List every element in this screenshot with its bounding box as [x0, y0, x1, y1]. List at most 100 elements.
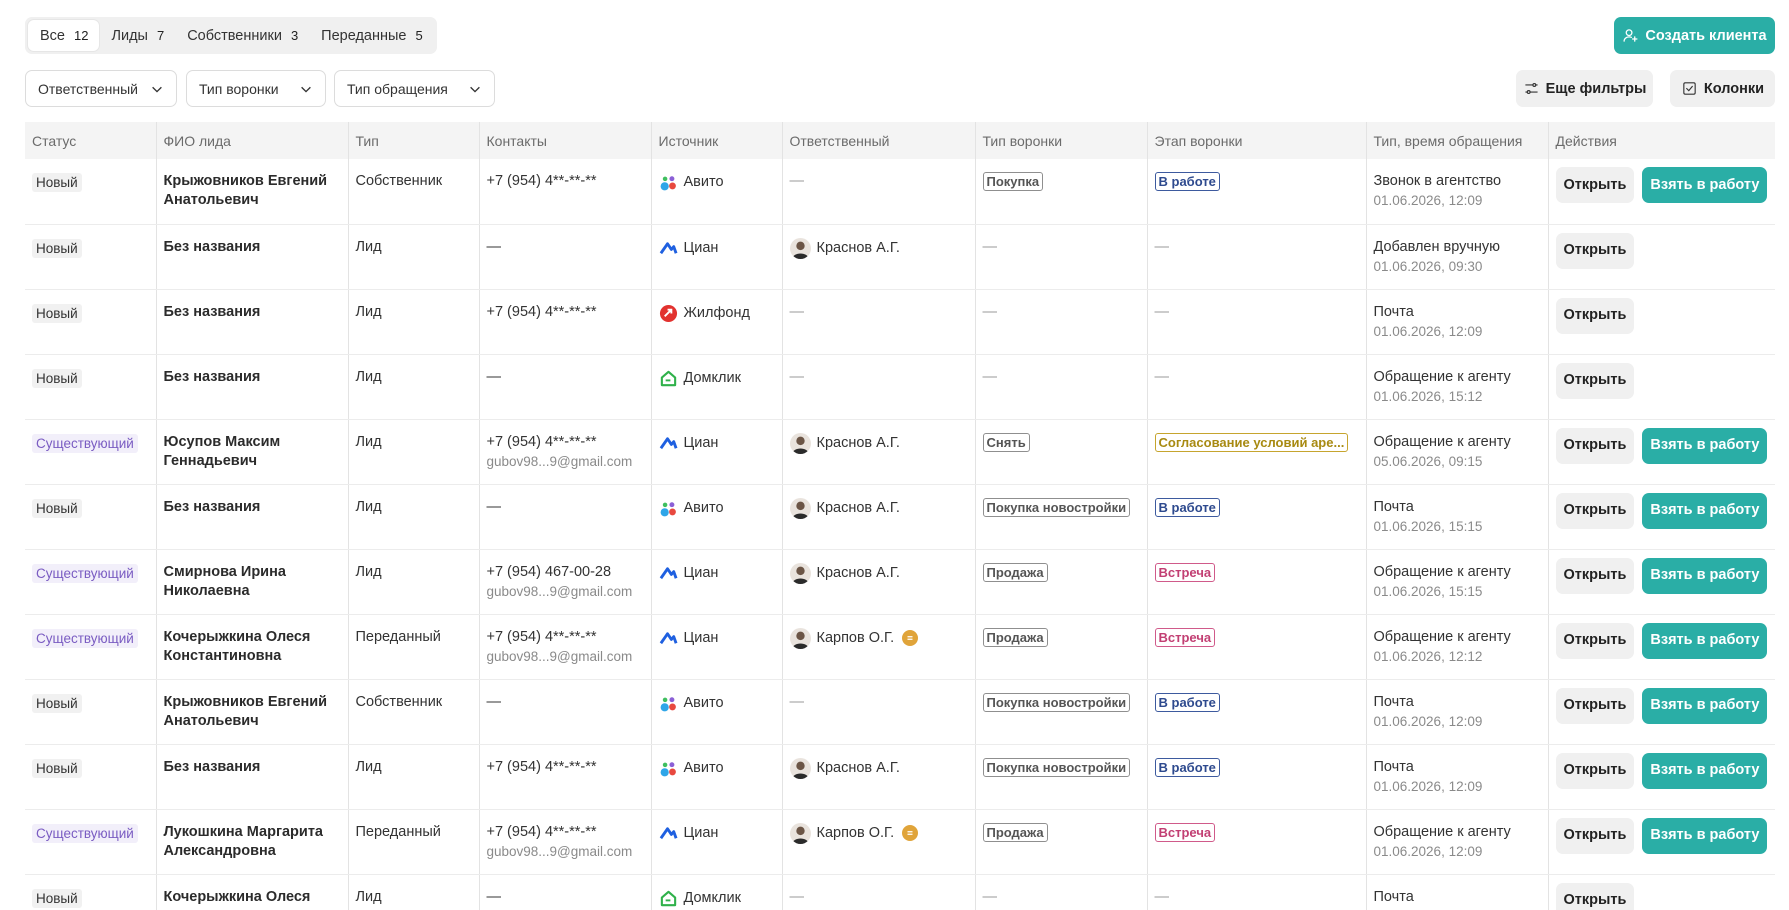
take-to-work-button[interactable]: Взять в работу — [1642, 622, 1768, 659]
table-row[interactable]: Существующий Кочерыжкина Олеся Константино… — [25, 614, 1775, 680]
lead-name[interactable]: Без названия — [164, 369, 261, 385]
open-button[interactable]: Открыть — [1555, 232, 1635, 269]
column-header-type[interactable]: Тип — [348, 122, 480, 159]
table-row[interactable]: Новый Без названия Лид — Домклик — — — Обращение… — [25, 354, 1775, 420]
open-button[interactable]: Открыть — [1555, 557, 1635, 594]
tab-leads[interactable]: Лиды 7 — [99, 20, 175, 51]
lead-name[interactable]: Лукошкина Маргарита — [164, 824, 324, 840]
cell-source: Циан — [651, 614, 783, 680]
tab-label: Все — [40, 27, 65, 44]
avito-icon — [659, 759, 678, 778]
table-row[interactable]: Новый Без названия Лид +7 (954) 4**-**-** Жи… — [25, 289, 1775, 355]
take-to-work-button[interactable]: Взять в работу — [1642, 492, 1768, 529]
responsible[interactable]: Краснов А.Г. — [789, 497, 968, 519]
table-row[interactable]: Существующий Лукошкина Маргарита Александр… — [25, 809, 1775, 875]
responsible[interactable]: Краснов А.Г. — [789, 432, 968, 454]
open-button[interactable]: Открыть — [1555, 492, 1635, 529]
filter-responsible[interactable]: Ответственный — [25, 70, 177, 107]
filter-label: Тип обращения — [347, 80, 448, 97]
tab-owners[interactable]: Собственники 3 — [175, 20, 309, 51]
lead-name-line2[interactable]: Анатольевич — [164, 192, 259, 208]
source: Циан — [659, 433, 775, 453]
lead-name[interactable]: Крыжовников Евгений — [164, 694, 328, 710]
source-label: Авито — [683, 174, 724, 190]
avatar — [789, 627, 811, 649]
source: Циан — [659, 628, 775, 648]
more-filters-button[interactable]: Еще фильтры — [1516, 70, 1653, 107]
responsible[interactable]: Краснов А.Г. — [789, 562, 968, 584]
responsible[interactable]: Краснов А.Г. — [789, 757, 968, 779]
source-label: Циан — [683, 239, 719, 256]
table-row[interactable]: Существующий Юсупов Максим Геннадьевич Лид +… — [25, 419, 1775, 485]
lead-name[interactable]: Без названия — [164, 759, 261, 775]
take-to-work-button[interactable]: Взять в работу — [1642, 427, 1768, 464]
open-button[interactable]: Открыть — [1555, 362, 1635, 399]
lead-name[interactable]: Без названия — [164, 304, 261, 320]
table-row[interactable]: Новый Без названия Лид — Авито Краснов А.Г. По… — [25, 484, 1775, 550]
tab-all[interactable]: Все 12 — [28, 20, 100, 51]
open-button[interactable]: Открыть — [1555, 817, 1635, 854]
lead-name[interactable]: Смирнова Ирина — [164, 564, 286, 580]
table-row[interactable]: Новый Кочерыжкина ОлесяКонстантиновна Лид —… — [25, 874, 1775, 910]
filter-funnel-type[interactable]: Тип воронки — [186, 70, 326, 107]
table-row[interactable]: Новый Без названия Лид — Циан Краснов А.Г. — — Д… — [25, 224, 1775, 290]
open-button[interactable]: Открыть — [1555, 622, 1635, 659]
responsible[interactable]: Карпов О.Г. — [789, 627, 968, 649]
open-button[interactable]: Открыть — [1555, 167, 1635, 203]
column-header-status[interactable]: Статус — [25, 122, 157, 159]
column-header-funnel-type[interactable]: Тип воронки — [975, 122, 1148, 159]
chevron-down-icon — [301, 86, 311, 93]
take-to-work-button[interactable]: Взять в работу — [1642, 167, 1768, 203]
column-header-request[interactable]: Тип, время обращения — [1366, 122, 1549, 159]
lead-name-line2[interactable]: Геннадьевич — [164, 453, 258, 469]
cell-request: Обращение к агенту 01.06.2026, 15:12 — [1366, 354, 1549, 420]
empty-value: — — [982, 303, 998, 320]
funnel-type-tag: Покупка — [982, 172, 1044, 191]
column-header-source[interactable]: Источник — [651, 122, 783, 159]
open-button[interactable]: Открыть — [1555, 687, 1635, 724]
lead-name-line2[interactable]: Константиновна — [164, 648, 282, 664]
lead-name-line2[interactable]: Николаевна — [164, 583, 250, 599]
lead-name[interactable]: Крыжовников Евгений — [164, 173, 328, 189]
lead-name[interactable]: Без названия — [164, 499, 261, 515]
column-header-contacts[interactable]: Контакты — [479, 122, 652, 159]
open-button[interactable]: Открыть — [1555, 427, 1635, 464]
cell-contacts: — — [479, 354, 652, 420]
open-button[interactable]: Открыть — [1555, 752, 1635, 789]
cell-actions: Открыть Взять в работу — [1548, 744, 1775, 810]
take-to-work-button[interactable]: Взять в работу — [1642, 817, 1768, 854]
source-label: Циан — [683, 434, 719, 451]
table-row[interactable]: Существующий Смирнова Ирина Николаевна Лид +… — [25, 549, 1775, 615]
lead-name-line2[interactable]: Анатольевич — [164, 713, 259, 729]
create-client-button[interactable]: Создать клиента — [1614, 17, 1775, 54]
lead-name[interactable]: Юсупов Максим — [164, 434, 281, 450]
take-to-work-button[interactable]: Взять в работу — [1642, 687, 1768, 724]
column-header-name[interactable]: ФИО лида — [156, 122, 349, 159]
cell-actions: Открыть Взять в работу — [1548, 679, 1775, 745]
lead-name-line2[interactable]: Александровна — [164, 843, 276, 859]
responsible[interactable]: Карпов О.Г. — [789, 822, 968, 844]
table-row[interactable]: Новый Без названия Лид +7 (954) 4**-**-** Ав… — [25, 744, 1775, 810]
lead-name[interactable]: Кочерыжкина Олеся — [164, 629, 311, 645]
status-badge: Существующий — [32, 628, 138, 648]
open-button[interactable]: Открыть — [1555, 297, 1635, 334]
responsible[interactable]: Краснов А.Г. — [789, 237, 968, 259]
cell-funnel-type: Покупка новостройки — [975, 484, 1148, 550]
cell-request: Обращение к агенту 01.06.2026, 12:09 — [1366, 809, 1549, 875]
column-header-responsible[interactable]: Ответственный — [782, 122, 976, 159]
cell-name: Крыжовников Евгений Анатольевич — [156, 679, 349, 745]
source: Авито — [659, 758, 775, 778]
lead-name[interactable]: Без названия — [164, 239, 261, 255]
take-to-work-button[interactable]: Взять в работу — [1642, 557, 1768, 594]
columns-button[interactable]: Колонки — [1670, 70, 1775, 107]
lead-name[interactable]: Кочерыжкина Олеся — [164, 889, 311, 905]
table-row[interactable]: Новый Крыжовников Евгений Анатольевич Собст… — [25, 679, 1775, 745]
open-button[interactable]: Открыть — [1555, 882, 1635, 910]
filter-request-type[interactable]: Тип обращения — [334, 70, 495, 107]
filter-label: Тип воронки — [199, 80, 279, 97]
tab-transferred[interactable]: Переданные 5 — [309, 20, 434, 51]
take-to-work-button[interactable]: Взять в работу — [1642, 752, 1768, 789]
column-header-funnel-stage[interactable]: Этап воронки — [1147, 122, 1367, 159]
table-row[interactable]: Новый Крыжовников Евгений Анатольевич Собст… — [25, 159, 1775, 225]
funnel-type-tag: Покупка новостройки — [982, 497, 1131, 517]
